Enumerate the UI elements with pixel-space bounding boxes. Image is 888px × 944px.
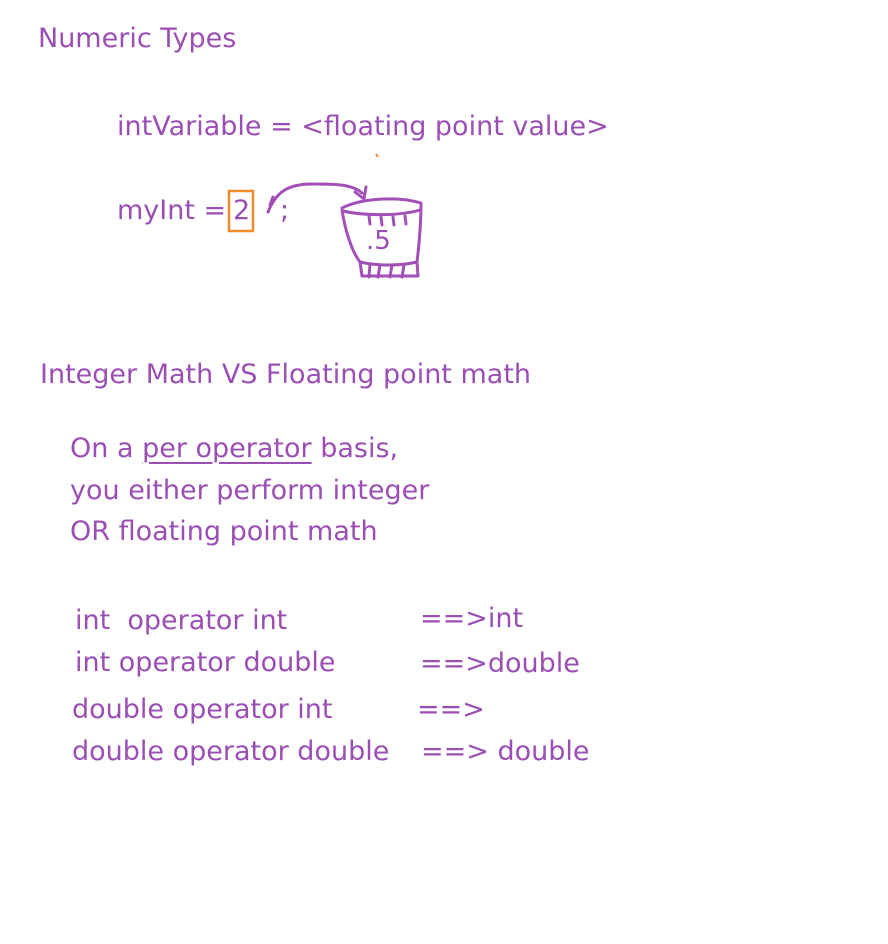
paragraph-line-3: OR floating point math <box>70 516 378 547</box>
paragraph-line-1: On a per operator basis, <box>70 435 398 462</box>
rule-left-3: double operator int <box>72 694 333 725</box>
paragraph-line-1-prefix: On a <box>70 433 143 464</box>
rule-right-2: ==>double <box>420 648 580 679</box>
paragraph-line-1-suffix: basis, <box>311 433 399 464</box>
paragraph-line-2: you either perform integer <box>70 475 430 506</box>
arrow-curve <box>266 182 364 214</box>
section-title-integer-vs-float: Integer Math VS Floating point math <box>40 359 532 390</box>
bucket-icon <box>340 197 423 279</box>
orange-tick-mark <box>375 153 379 158</box>
underlined-phrase: per operator <box>142 433 312 464</box>
rule-right-1: ==>int <box>420 603 524 634</box>
digit-highlight-box <box>227 189 255 233</box>
rule-right-3: ==> <box>417 694 485 725</box>
rule-left-1: int operator int <box>75 605 288 636</box>
rule-left-4: double operator double <box>72 736 390 767</box>
rule-right-4: ==> double <box>421 736 590 767</box>
rule-left-2: int operator double <box>75 647 336 678</box>
handwritten-annotation <box>227 153 423 279</box>
